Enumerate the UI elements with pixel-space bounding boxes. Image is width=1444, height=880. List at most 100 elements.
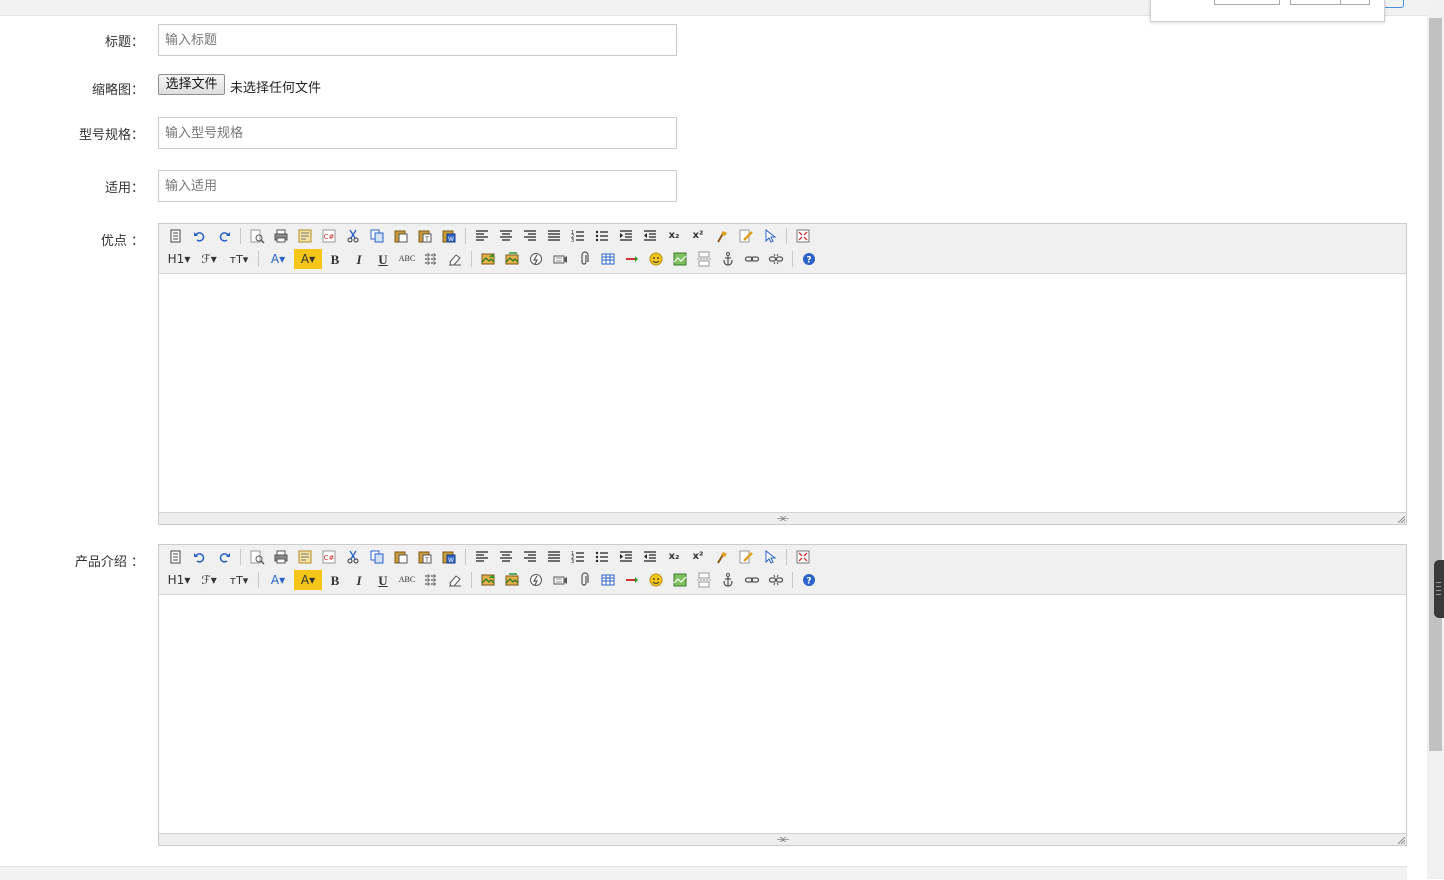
strikethrough-icon[interactable]: ABC xyxy=(396,570,418,590)
choose-file-button[interactable]: 选择文件 xyxy=(158,74,225,95)
align-justify-icon[interactable] xyxy=(543,226,565,246)
about-icon[interactable]: ? xyxy=(798,249,820,269)
outdent-icon[interactable] xyxy=(639,226,661,246)
outdent-icon[interactable] xyxy=(639,547,661,567)
copy-icon[interactable] xyxy=(366,226,388,246)
align-justify-icon[interactable] xyxy=(543,547,565,567)
cut-icon[interactable] xyxy=(342,226,364,246)
superscript-icon[interactable]: x² xyxy=(687,547,709,567)
model-spec-input[interactable] xyxy=(158,117,677,149)
map-icon[interactable] xyxy=(669,570,691,590)
map-icon[interactable] xyxy=(669,249,691,269)
image-icon[interactable] xyxy=(477,570,499,590)
source-icon[interactable] xyxy=(165,547,187,567)
remove-format-icon[interactable] xyxy=(444,249,466,269)
flash-icon[interactable] xyxy=(525,249,547,269)
focused-element-edge[interactable] xyxy=(1385,0,1404,8)
scrollbar-thumb[interactable] xyxy=(1429,18,1442,751)
copy-icon[interactable] xyxy=(366,547,388,567)
attachment-icon[interactable] xyxy=(573,570,595,590)
hr-icon[interactable] xyxy=(621,249,643,269)
table-icon[interactable] xyxy=(597,249,619,269)
scroll-grip-handle[interactable] xyxy=(1434,560,1444,618)
align-center-icon[interactable] xyxy=(495,547,517,567)
product-intro-editor-content[interactable] xyxy=(159,595,1406,833)
paste-word-icon[interactable]: W xyxy=(438,547,460,567)
flash-icon[interactable] xyxy=(525,570,547,590)
anchor-icon[interactable] xyxy=(717,570,739,590)
image-icon[interactable] xyxy=(477,249,499,269)
clear-format-icon[interactable] xyxy=(711,226,733,246)
corner-resize-icon[interactable] xyxy=(1398,837,1405,844)
link-icon[interactable] xyxy=(741,249,763,269)
media-icon[interactable] xyxy=(549,249,571,269)
underline-icon[interactable]: U xyxy=(372,570,394,590)
emoticon-icon[interactable] xyxy=(645,570,667,590)
unlink-icon[interactable] xyxy=(765,570,787,590)
resize-handle-icon[interactable] xyxy=(776,516,789,521)
fullscreen-icon[interactable] xyxy=(792,226,814,246)
template-icon[interactable] xyxy=(294,226,316,246)
table-icon[interactable] xyxy=(597,570,619,590)
paste-word-icon[interactable]: W xyxy=(438,226,460,246)
preview-icon[interactable] xyxy=(246,226,268,246)
subscript-icon[interactable]: x₂ xyxy=(663,547,685,567)
hr-icon[interactable] xyxy=(621,570,643,590)
popup-button-1[interactable] xyxy=(1214,0,1280,5)
paste-icon[interactable] xyxy=(390,226,412,246)
paste-plain-icon[interactable]: T xyxy=(414,226,436,246)
underline-icon[interactable]: U xyxy=(372,249,394,269)
font-size-icon[interactable]: тT▾ xyxy=(225,570,253,590)
title-input[interactable] xyxy=(158,24,677,56)
align-left-icon[interactable] xyxy=(471,547,493,567)
unordered-list-icon[interactable] xyxy=(591,547,613,567)
unlink-icon[interactable] xyxy=(765,249,787,269)
media-icon[interactable] xyxy=(549,570,571,590)
align-right-icon[interactable] xyxy=(519,226,541,246)
template-icon[interactable] xyxy=(294,547,316,567)
source-icon[interactable] xyxy=(165,226,187,246)
resize-handle-icon[interactable] xyxy=(776,837,789,842)
apply-input[interactable] xyxy=(158,170,677,202)
undo-icon[interactable] xyxy=(189,226,211,246)
redo-icon[interactable] xyxy=(213,226,235,246)
italic-icon[interactable]: I xyxy=(348,570,370,590)
heading-icon[interactable]: H1▾ xyxy=(165,249,193,269)
about-icon[interactable]: ? xyxy=(798,570,820,590)
corner-resize-icon[interactable] xyxy=(1398,516,1405,523)
align-right-icon[interactable] xyxy=(519,547,541,567)
font-family-icon[interactable]: ℱ▾ xyxy=(195,570,223,590)
select-all-icon[interactable] xyxy=(759,547,781,567)
pagebreak-icon[interactable] xyxy=(693,570,715,590)
font-family-icon[interactable]: ℱ▾ xyxy=(195,249,223,269)
bold-icon[interactable]: B xyxy=(324,570,346,590)
align-center-icon[interactable] xyxy=(495,226,517,246)
highlight-icon[interactable]: A▾ xyxy=(294,249,322,269)
select-all-icon[interactable] xyxy=(759,226,781,246)
paste-plain-icon[interactable]: T xyxy=(414,547,436,567)
link-icon[interactable] xyxy=(741,570,763,590)
multi-image-icon[interactable] xyxy=(501,570,523,590)
paste-icon[interactable] xyxy=(390,547,412,567)
bold-icon[interactable]: B xyxy=(324,249,346,269)
pagebreak-icon[interactable] xyxy=(693,249,715,269)
popup-button-3[interactable] xyxy=(1340,0,1370,5)
line-height-icon[interactable] xyxy=(420,570,442,590)
heading-icon[interactable]: H1▾ xyxy=(165,570,193,590)
line-height-icon[interactable] xyxy=(420,249,442,269)
clear-format-icon[interactable] xyxy=(711,547,733,567)
subscript-icon[interactable]: x₂ xyxy=(663,226,685,246)
italic-icon[interactable]: I xyxy=(348,249,370,269)
advantage-editor-content[interactable] xyxy=(159,274,1406,512)
print-icon[interactable] xyxy=(270,547,292,567)
code-icon[interactable]: C# xyxy=(318,226,340,246)
anchor-icon[interactable] xyxy=(717,249,739,269)
highlight-icon[interactable]: A▾ xyxy=(294,570,322,590)
ordered-list-icon[interactable]: 123 xyxy=(567,226,589,246)
quick-format-icon[interactable] xyxy=(735,547,757,567)
cut-icon[interactable] xyxy=(342,547,364,567)
align-left-icon[interactable] xyxy=(471,226,493,246)
popup-button-2[interactable] xyxy=(1290,0,1341,5)
ordered-list-icon[interactable]: 123 xyxy=(567,547,589,567)
redo-icon[interactable] xyxy=(213,547,235,567)
